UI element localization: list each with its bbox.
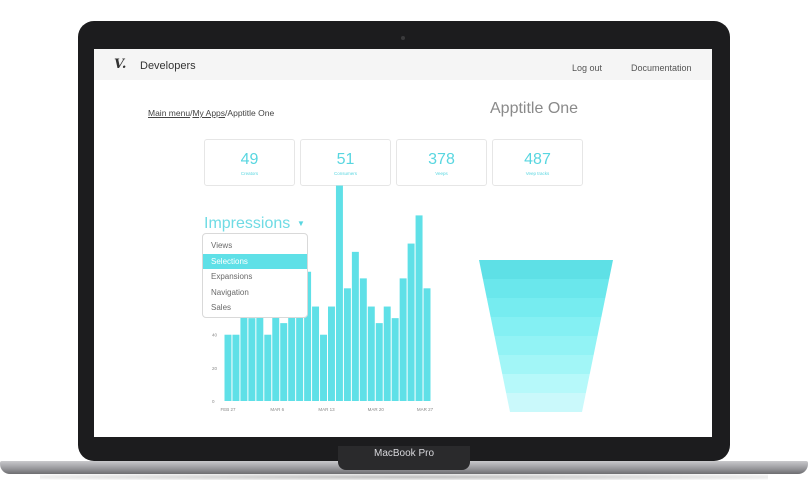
chart-bar — [248, 318, 256, 401]
chart-bar — [415, 215, 423, 401]
camera-dot — [401, 36, 405, 40]
chart-bar — [335, 185, 343, 401]
chart-bar — [367, 306, 375, 401]
chart-bar — [312, 306, 320, 401]
funnel-segment — [502, 374, 590, 393]
laptop-shadow — [40, 474, 768, 480]
funnel-segment — [482, 279, 610, 298]
laptop-lid: V. Developers Log out Documentation Main… — [78, 21, 730, 461]
funnel-segment — [494, 336, 598, 355]
dropdown-option-sales[interactable]: Sales — [203, 300, 307, 316]
chart-bar — [343, 288, 351, 401]
x-tick-label: FEB 27 — [220, 407, 236, 412]
chart-bar — [383, 306, 391, 401]
x-tick-label: MAR 27 — [417, 407, 434, 412]
chart-bar — [280, 323, 288, 401]
dropdown-option-selections[interactable]: Selections — [203, 253, 307, 269]
x-tick-label: MAR 13 — [318, 407, 335, 412]
x-tick-label: MAR 6 — [270, 407, 284, 412]
funnel-segment — [490, 317, 602, 336]
chart-bar — [423, 288, 431, 401]
chart-bar — [272, 311, 280, 401]
chart-bar — [240, 306, 248, 401]
chart-bar — [264, 334, 272, 401]
app-screen: V. Developers Log out Documentation Main… — [94, 49, 712, 437]
chart-bar — [320, 334, 327, 401]
y-tick-label: 0 — [212, 399, 215, 404]
chart-bar — [359, 278, 367, 401]
chart-bar — [351, 251, 359, 401]
chart-bar — [328, 306, 335, 401]
metric-dropdown: Views Selections Expansions Navigation S… — [202, 233, 308, 318]
dropdown-option-expansions[interactable]: Expansions — [203, 269, 307, 285]
chart-bar — [224, 334, 232, 401]
funnel-segment — [486, 298, 606, 317]
x-tick-label: MAR 20 — [368, 407, 385, 412]
chart-bar — [399, 278, 407, 401]
device-brand-label: MacBook Pro — [373, 448, 435, 459]
dropdown-option-navigation[interactable]: Navigation — [203, 285, 307, 301]
chart-bar — [375, 323, 383, 401]
dropdown-option-views[interactable]: Views — [203, 238, 307, 254]
chart-bar — [391, 318, 399, 401]
chart-bar — [232, 334, 240, 401]
y-tick-label: 40 — [212, 333, 218, 338]
funnel-segment — [506, 393, 586, 412]
chart-bar — [407, 243, 415, 401]
charts-canvas: 020406080FEB 27MAR 6MAR 13MAR 20MAR 27 — [212, 185, 613, 412]
y-tick-label: 20 — [212, 366, 218, 371]
funnel-segment — [498, 355, 594, 374]
funnel-segment — [479, 260, 613, 279]
